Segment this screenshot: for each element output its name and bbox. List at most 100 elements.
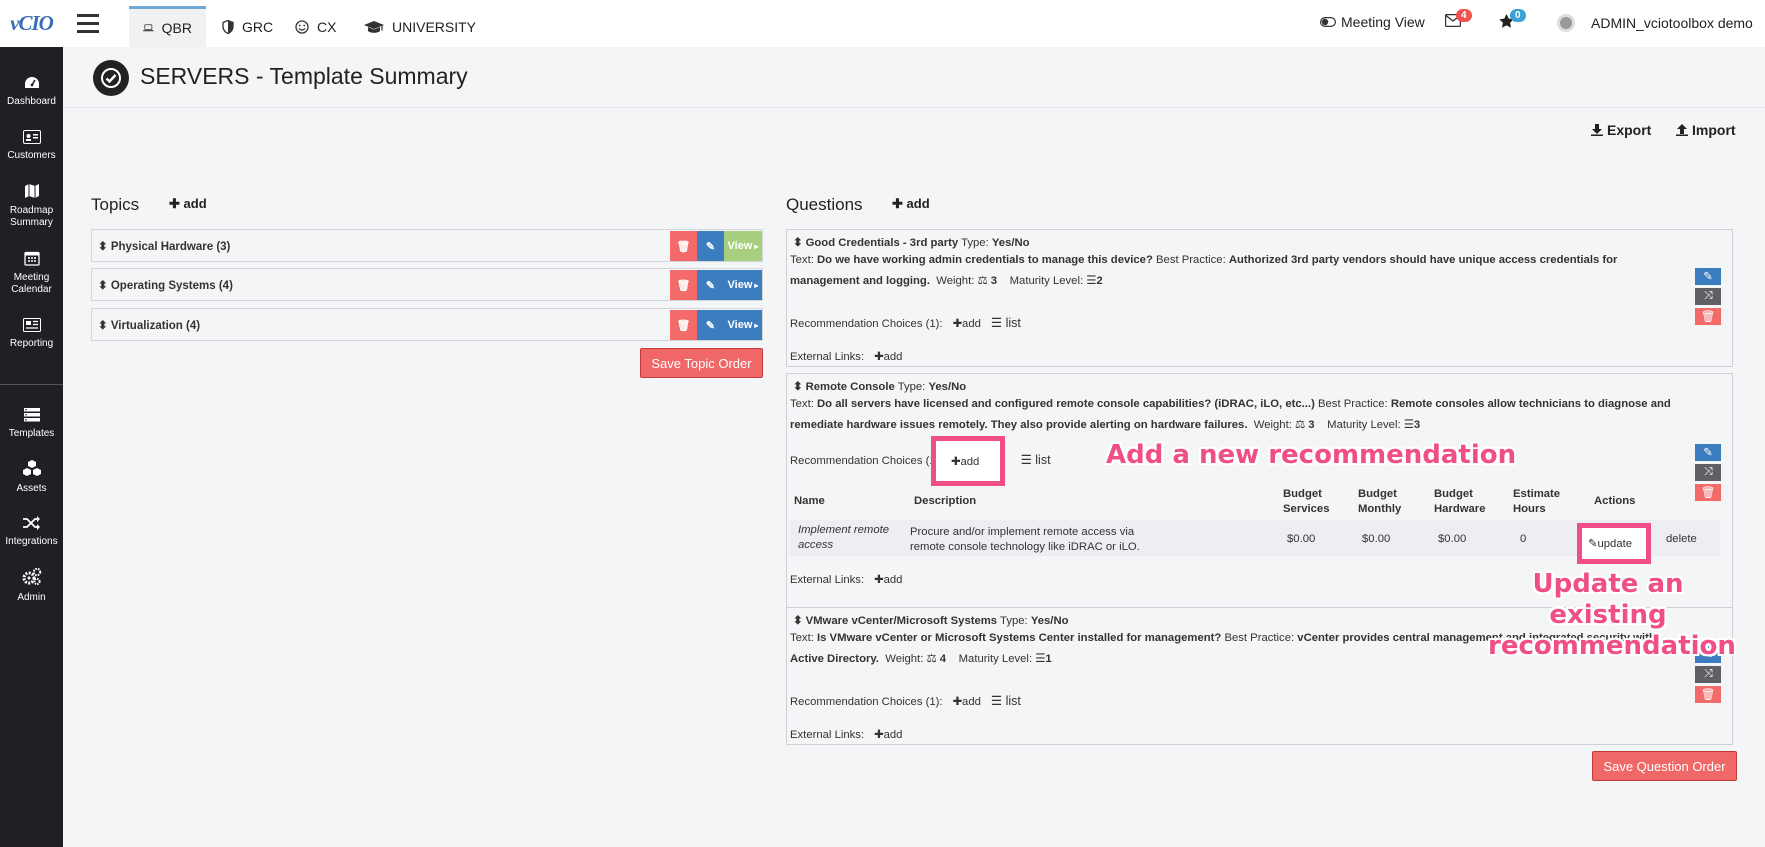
tab-grc[interactable]: GRC: [208, 6, 287, 47]
delete-recommendation-link[interactable]: delete: [1666, 532, 1697, 547]
view-label: View: [727, 319, 753, 331]
messages-button[interactable]: 4: [1444, 9, 1472, 30]
list-ol-icon: ☰: [1035, 653, 1046, 665]
add-external-link[interactable]: ✚add: [874, 351, 902, 363]
move-question-button[interactable]: ⤨: [1695, 288, 1721, 305]
sidebar-item-label: Customers: [7, 150, 56, 161]
edit-question-button[interactable]: ✎: [1695, 444, 1721, 461]
favorites-button[interactable]: 0: [1499, 9, 1526, 31]
delete-topic-button[interactable]: 🗑: [670, 231, 697, 261]
maturity-value: 2: [1096, 275, 1103, 287]
view-topic-button[interactable]: View ▸: [724, 270, 762, 300]
sidebar-item-dashboard[interactable]: Dashboard: [0, 76, 63, 108]
sidebar-divider: [0, 384, 63, 385]
question-header[interactable]: ⬍ VMware vCenter/Microsoft Systems Type:…: [793, 614, 1069, 627]
edit-topic-button[interactable]: ✎: [697, 270, 724, 300]
meeting-view-toggle[interactable]: Meeting View: [1320, 14, 1425, 30]
delete-question-button[interactable]: 🗑: [1695, 484, 1721, 501]
move-question-button[interactable]: ⤨: [1695, 666, 1721, 683]
chevron-right-icon: ▸: [754, 280, 759, 290]
best-practice-label: Best Practice:: [1156, 254, 1226, 266]
shuffle-icon: ⤨: [1703, 668, 1713, 680]
col-header-description: Description: [914, 495, 977, 507]
topic-row[interactable]: ⬍ Operating Systems (4) 🗑 ✎ View ▸: [91, 268, 763, 301]
add-label: add: [962, 696, 981, 708]
move-question-button[interactable]: ⤨: [1695, 464, 1721, 481]
export-button[interactable]: Export: [1591, 122, 1651, 138]
edit-topic-button[interactable]: ✎: [697, 231, 724, 261]
type-label: Type:: [961, 237, 989, 249]
favorites-count-badge: 0: [1510, 9, 1526, 22]
hamburger-menu-icon[interactable]: [77, 14, 99, 36]
sidebar-item-admin[interactable]: Admin: [0, 568, 63, 604]
check-circle-icon: [93, 60, 129, 96]
trash-icon: 🗑: [1700, 689, 1716, 701]
sidebar-item-assets[interactable]: Assets: [0, 460, 63, 495]
view-topic-button[interactable]: View ▸: [724, 231, 762, 261]
sidebar-item-meeting-calendar[interactable]: Meeting Calendar: [0, 250, 63, 296]
question-header[interactable]: ⬍ Good Credentials - 3rd party Type: Yes…: [793, 236, 1030, 249]
update-recommendation-highlight: ✎update: [1577, 523, 1651, 564]
recommendation-choices: Recommendation Choices (1): ☰ list: [790, 452, 1051, 467]
tab-cx[interactable]: CX: [281, 6, 350, 47]
question-header[interactable]: ⬍ Remote Console Type: Yes/No: [793, 380, 966, 393]
sidebar-item-templates[interactable]: Templates: [0, 408, 63, 440]
sidebar-item-reporting[interactable]: Reporting: [0, 318, 63, 350]
add-recommendation-link[interactable]: ✚add: [951, 455, 979, 468]
save-topic-order-button[interactable]: Save Topic Order: [640, 348, 763, 378]
topic-row[interactable]: ⬍ Physical Hardware (3) 🗑 ✎ View ▸: [91, 229, 763, 262]
edit-topic-button[interactable]: ✎: [697, 310, 724, 340]
delete-question-button[interactable]: 🗑: [1695, 308, 1721, 325]
delete-question-button[interactable]: 🗑: [1695, 686, 1721, 703]
topic-row[interactable]: ⬍ Virtualization (4) 🗑 ✎ View ▸: [91, 308, 763, 341]
list-recommendations-link[interactable]: ☰ list: [1021, 453, 1051, 467]
text-label: Text:: [790, 398, 814, 410]
laptop-icon: [143, 24, 154, 32]
tab-university[interactable]: UNIVERSITY: [350, 6, 490, 47]
pencil-icon: ✎: [1703, 271, 1713, 283]
plus-icon: ✚: [892, 196, 903, 211]
rec-estimate-hours: 0: [1520, 533, 1527, 545]
rec-budget-hardware: $0.00: [1438, 533, 1467, 545]
upload-icon: [1676, 124, 1688, 136]
delete-topic-button[interactable]: 🗑: [670, 310, 697, 340]
tab-label: UNIVERSITY: [392, 18, 477, 35]
add-label: add: [883, 574, 903, 586]
sidebar-item-integrations[interactable]: Integrations: [0, 516, 63, 548]
sort-icon: ⬍: [793, 381, 803, 393]
col-header-budget-hardware: Budget Hardware: [1434, 488, 1486, 515]
maturity-label: Maturity Level:: [1009, 275, 1084, 287]
sidebar-item-customers[interactable]: Customers: [0, 130, 63, 162]
save-question-order-button[interactable]: Save Question Order: [1592, 751, 1737, 781]
external-links: External Links: ✚add: [790, 350, 902, 363]
main-content: Export Import Topics ✚ add ⬍ Physical Ha…: [63, 108, 1765, 847]
import-button[interactable]: Import: [1676, 122, 1736, 138]
add-external-link[interactable]: ✚add: [874, 574, 902, 586]
update-recommendation-link[interactable]: ✎update: [1588, 537, 1632, 550]
add-topic-button[interactable]: ✚ add: [169, 196, 207, 212]
logo[interactable]: vCIO: [0, 0, 63, 47]
view-topic-button[interactable]: View ▸: [724, 310, 762, 340]
add-recommendation-link[interactable]: ✚add: [953, 318, 981, 330]
question-text: Do we have working admin credentials to …: [817, 254, 1153, 266]
text-label: Text:: [790, 632, 814, 644]
list-label: list: [1005, 316, 1021, 330]
list-recommendations-link[interactable]: ☰ list: [991, 694, 1021, 708]
add-external-link[interactable]: ✚add: [874, 729, 902, 741]
tab-qbr[interactable]: QBR: [129, 6, 206, 47]
sidebar-item-roadmap-summary[interactable]: Roadmap Summary: [0, 183, 63, 229]
delete-topic-button[interactable]: 🗑: [670, 270, 697, 300]
add-recommendation-link[interactable]: ✚add: [953, 696, 981, 708]
user-menu[interactable]: ADMIN_vciotoolbox demo: [1557, 14, 1753, 32]
plus-icon: ✚: [952, 318, 963, 330]
add-label: add: [960, 456, 980, 468]
sidebar: vCIO Dashboard Customers Roadmap Summary…: [0, 0, 63, 847]
type-label: Type:: [1000, 615, 1028, 627]
topics-heading: Topics: [91, 195, 140, 214]
list-recommendations-link[interactable]: ☰ list: [991, 316, 1021, 330]
pencil-icon: ✎: [705, 319, 716, 332]
pencil-icon: ✎: [1703, 447, 1713, 459]
add-question-button[interactable]: ✚ add: [892, 196, 930, 212]
meeting-view-label: Meeting View: [1341, 14, 1425, 30]
edit-question-button[interactable]: ✎: [1695, 268, 1721, 285]
